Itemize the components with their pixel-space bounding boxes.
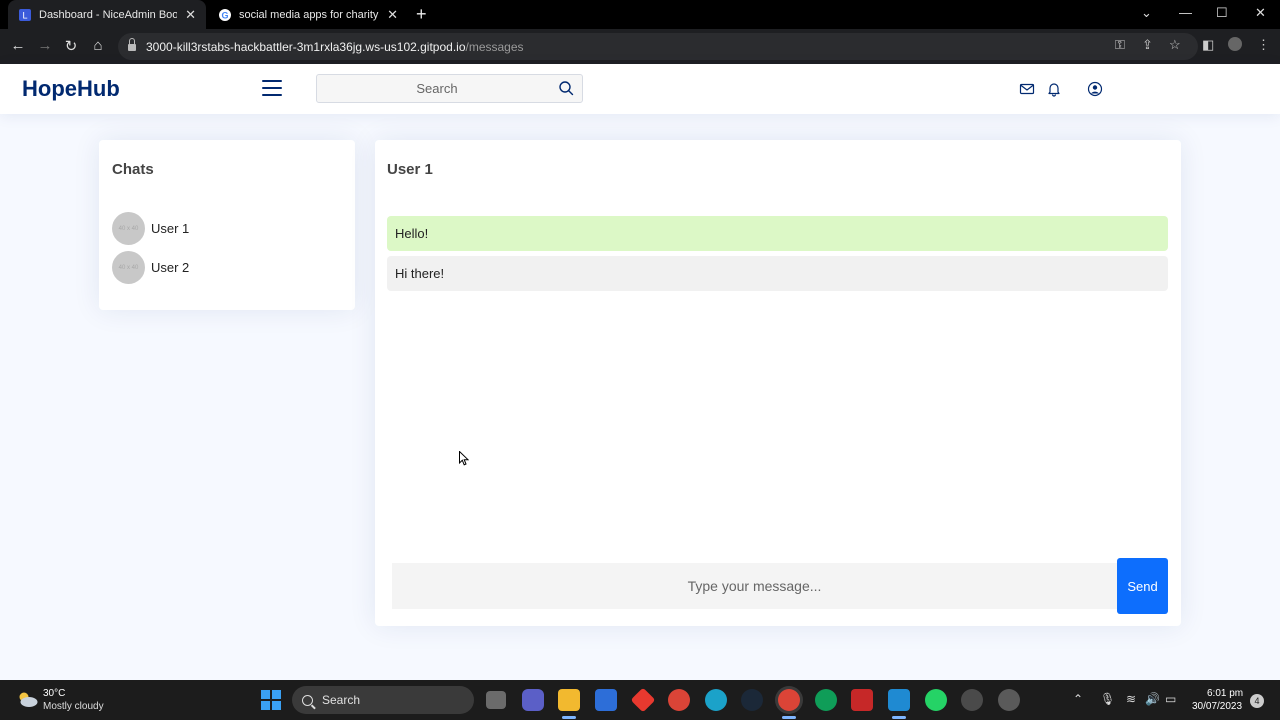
- browser-menu-icon[interactable]: ⋮: [1257, 37, 1270, 53]
- chats-title: Chats: [112, 161, 154, 178]
- avatar-placeholder-text: 40 x 40: [118, 264, 139, 271]
- vscode-icon[interactable]: [888, 689, 910, 711]
- weather-description: Mostly cloudy: [43, 701, 104, 712]
- file-explorer-icon[interactable]: [558, 689, 580, 711]
- avatar-placeholder-text: 40 x 40: [118, 225, 139, 232]
- browser-tab-dashboard[interactable]: L Dashboard - NiceAdmin Bootstra ✕: [8, 0, 206, 29]
- envelope-icon[interactable]: [1019, 81, 1035, 97]
- teams-chat-icon[interactable]: [522, 689, 544, 711]
- browser-address-bar: ← → ↻ ⌂ 3000-kill3rstabs-hackbattler-3m1…: [0, 29, 1280, 64]
- browser-tab-title: Dashboard - NiceAdmin Bootstra: [39, 8, 178, 21]
- dev-cpp-icon[interactable]: [851, 689, 873, 711]
- task-view-icon[interactable]: [486, 691, 506, 709]
- notification-count-badge[interactable]: 4: [1250, 694, 1264, 708]
- media-player-icon[interactable]: [998, 689, 1020, 711]
- chat-name: User 1: [151, 221, 190, 236]
- lock-icon[interactable]: [128, 37, 136, 52]
- forward-icon[interactable]: →: [36, 37, 54, 54]
- browser-tab-title: social media apps for charity - Go: [239, 8, 379, 21]
- wifi-icon[interactable]: ≋: [1126, 692, 1136, 706]
- search-icon[interactable]: [558, 80, 574, 96]
- taskbar-search-box[interactable]: Search: [292, 686, 474, 714]
- message-sent: Hello!: [387, 216, 1168, 251]
- active-app-indicator: [892, 716, 906, 719]
- bell-icon[interactable]: [1046, 81, 1062, 97]
- menu-toggle-icon[interactable]: [262, 80, 282, 98]
- share-icon[interactable]: ⇪: [1142, 37, 1153, 53]
- send-button[interactable]: Send: [1117, 558, 1168, 614]
- windows-start-icon[interactable]: [261, 690, 281, 710]
- message-received: Hi there!: [387, 256, 1168, 291]
- minimize-icon[interactable]: —: [1179, 5, 1192, 20]
- volume-icon[interactable]: 🔊: [1145, 692, 1160, 706]
- maximize-icon[interactable]: ☐: [1216, 5, 1228, 21]
- conversation-card: User 1 Hello! Hi there! Send: [375, 140, 1181, 626]
- active-app-indicator: [782, 716, 796, 719]
- chrome-icon[interactable]: [668, 689, 690, 711]
- niceadmin-favicon-icon: L: [19, 8, 31, 21]
- chat-name: User 2: [151, 260, 190, 275]
- chat-item-user-1[interactable]: 40 x 40 User 1: [112, 212, 189, 245]
- google-favicon-icon: G: [219, 8, 231, 21]
- search-icon: [302, 694, 313, 706]
- profile-avatar-icon[interactable]: [1228, 37, 1242, 51]
- battery-icon[interactable]: ▭: [1165, 692, 1176, 706]
- tab-search-chevron-icon[interactable]: ⌄: [1141, 5, 1152, 21]
- weather-temperature: 30°C: [43, 688, 66, 699]
- edge-icon[interactable]: [705, 689, 727, 711]
- side-panel-icon[interactable]: ◧: [1202, 37, 1214, 53]
- taskbar-search-label: Search: [322, 693, 361, 707]
- cloudy-weather-icon[interactable]: [15, 690, 39, 708]
- mouse-cursor-icon: [459, 451, 469, 466]
- url-path: /messages: [465, 39, 524, 54]
- clock-date[interactable]: 30/07/2023: [1192, 701, 1242, 712]
- url-host: 3000-kill3rstabs-hackbattler-3m1rxla36jg…: [146, 39, 466, 54]
- close-tab-icon[interactable]: ✕: [387, 7, 398, 23]
- browser-tab-google[interactable]: G social media apps for charity - Go ✕: [208, 0, 408, 29]
- microsoft-store-icon[interactable]: [595, 689, 617, 711]
- key-icon[interactable]: ⚿: [1115, 37, 1125, 53]
- bookmark-star-icon[interactable]: ☆: [1169, 37, 1181, 53]
- tray-chevron-up-icon[interactable]: ⌃: [1073, 692, 1083, 706]
- microphone-icon[interactable]: 🎙: [1100, 692, 1115, 706]
- steam-icon[interactable]: [741, 689, 763, 711]
- search-bar: [316, 74, 583, 103]
- browser-tab-bar: L Dashboard - NiceAdmin Bootstra ✕ G soc…: [0, 0, 1280, 29]
- user-profile-icon[interactable]: [1087, 81, 1103, 97]
- os-taskbar: 30°C Mostly cloudy Search ⌃ 🎙 ≋ 🔊 ▭ 6:01…: [0, 680, 1280, 720]
- obs-icon[interactable]: [961, 689, 983, 711]
- close-window-icon[interactable]: ✕: [1255, 5, 1266, 21]
- home-icon[interactable]: ⌂: [89, 37, 107, 54]
- url-field[interactable]: 3000-kill3rstabs-hackbattler-3m1rxla36jg…: [118, 33, 1198, 60]
- reload-icon[interactable]: ↻: [62, 37, 80, 55]
- brand-logo[interactable]: HopeHub: [22, 76, 120, 102]
- whatsapp-icon[interactable]: [925, 689, 947, 711]
- chrome-active-icon[interactable]: [778, 689, 800, 711]
- avatar: 40 x 40: [112, 251, 145, 284]
- new-tab-icon[interactable]: +: [416, 4, 427, 25]
- message-input[interactable]: [392, 563, 1117, 609]
- clock-time[interactable]: 6:01 pm: [1207, 688, 1243, 699]
- chat-item-user-2[interactable]: 40 x 40 User 2: [112, 251, 189, 284]
- search-input[interactable]: [317, 75, 557, 102]
- svg-text:L: L: [22, 10, 27, 20]
- app-header: HopeHub: [0, 64, 1280, 114]
- conversation-title: User 1: [387, 161, 433, 178]
- back-icon[interactable]: ←: [9, 37, 27, 54]
- close-tab-icon[interactable]: ✕: [185, 7, 196, 23]
- avatar: 40 x 40: [112, 212, 145, 245]
- chrome-profile-icon[interactable]: [815, 689, 837, 711]
- active-app-indicator: [562, 716, 576, 719]
- svg-text:G: G: [221, 10, 228, 20]
- git-app-icon[interactable]: [630, 687, 656, 713]
- chats-card: Chats 40 x 40 User 1 40 x 40 User 2: [99, 140, 355, 310]
